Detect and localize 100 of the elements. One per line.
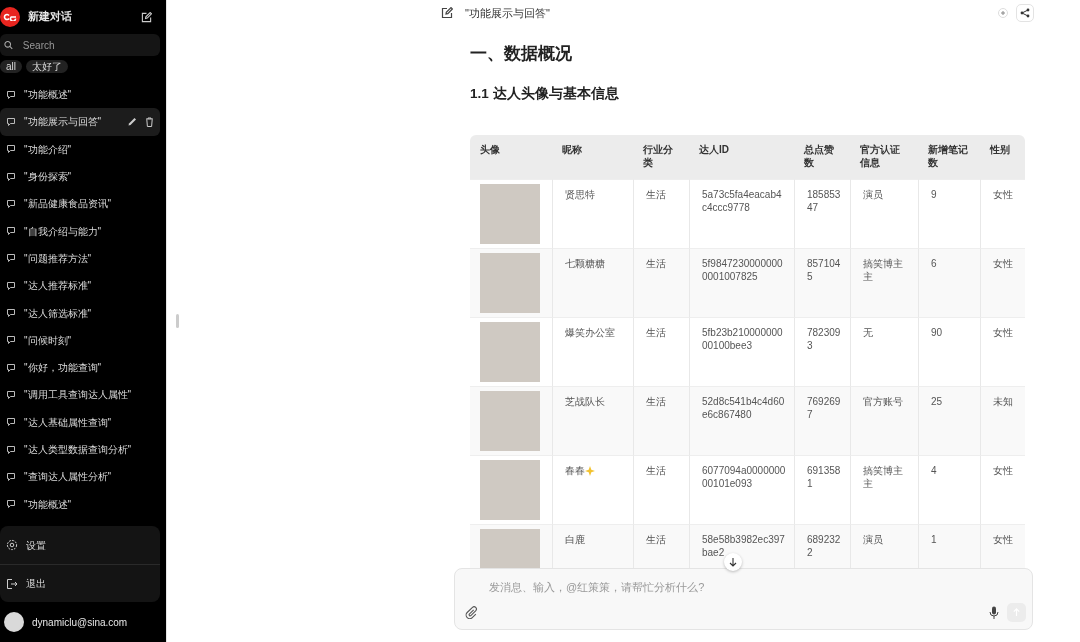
table-cell: 6892322 bbox=[807, 533, 841, 559]
table-cell: 9 bbox=[931, 188, 937, 200]
table-cell: 女性 bbox=[993, 326, 1013, 338]
share-icon bbox=[1020, 8, 1030, 18]
table-cell: 25 bbox=[931, 395, 943, 407]
conversation-item[interactable]: "功能概述" bbox=[0, 490, 160, 518]
search-input[interactable]: Search bbox=[20, 36, 156, 54]
search-icon bbox=[4, 40, 13, 50]
menu-item[interactable]: 设置 bbox=[0, 526, 160, 564]
conversation-item[interactable]: "自我介绍与能力" bbox=[0, 217, 160, 245]
conversation-item[interactable]: "功能概述" bbox=[0, 81, 160, 109]
table-cell: 未知 bbox=[993, 395, 1013, 407]
table-cell: 搞笑博主主 bbox=[863, 464, 903, 490]
table-cell: 52d8c541b4c4d60e6c867480 bbox=[702, 395, 785, 421]
avatar-placeholder bbox=[480, 459, 540, 520]
avatar-placeholder bbox=[480, 321, 540, 382]
table-cell: 6 bbox=[931, 257, 937, 269]
paperclip-icon[interactable] bbox=[465, 606, 478, 619]
chat-bubble-icon bbox=[6, 444, 16, 455]
avatar-placeholder bbox=[480, 252, 540, 313]
chat-bubble-icon bbox=[6, 171, 16, 182]
conversation-item[interactable]: "达人筛选标准" bbox=[0, 299, 160, 327]
conversation-item[interactable]: "你好，功能查询" bbox=[0, 353, 160, 382]
conversation-item[interactable]: "问题推荐方法" bbox=[0, 244, 160, 273]
column-header: 总点赞数 bbox=[794, 134, 850, 179]
table-cell: 4 bbox=[931, 464, 937, 476]
conversation-item[interactable]: "问候时刻" bbox=[0, 326, 160, 354]
share-button[interactable] bbox=[1016, 4, 1034, 22]
table-cell: 18585347 bbox=[807, 188, 841, 214]
user-email: dynamiclu@sina.com bbox=[32, 615, 128, 630]
chat-bubble-icon bbox=[6, 471, 16, 482]
table-cell: 官方账号 bbox=[863, 395, 903, 407]
table-cell: 爆笑办公室 bbox=[565, 326, 615, 338]
logout-icon bbox=[6, 577, 18, 590]
trash-icon[interactable] bbox=[145, 116, 154, 127]
chat-bubble-icon bbox=[6, 335, 16, 346]
microphone-icon[interactable] bbox=[989, 605, 999, 620]
section-heading: 一、数据概况 bbox=[470, 44, 573, 65]
chat-bubble-icon bbox=[6, 198, 16, 209]
column-header: 昵称 bbox=[552, 134, 633, 179]
table-cell: 芝战队长 bbox=[565, 395, 605, 407]
chat-bubble-icon bbox=[6, 253, 16, 264]
conversation-item[interactable]: "查询达人属性分析" bbox=[0, 463, 160, 491]
chat-bubble-icon bbox=[6, 226, 16, 237]
table-cell: 七颗糖糖 bbox=[565, 257, 605, 269]
conversation-item[interactable]: "新品健康食品资讯" bbox=[0, 190, 160, 218]
column-header: 行业分类 bbox=[633, 134, 689, 179]
table-cell: 生活 bbox=[646, 464, 666, 476]
message-composer[interactable]: 发消息、输入，@红策策，请帮忙分析什么? bbox=[454, 568, 1033, 630]
app-name: 新建对话 bbox=[28, 9, 72, 25]
table-cell: 生活 bbox=[646, 188, 666, 200]
conversation-item[interactable]: "身份探索" bbox=[0, 162, 160, 191]
table-cell: 演员 bbox=[863, 188, 883, 200]
table-cell: 5fb23b21000000000100bee3 bbox=[702, 326, 783, 352]
table-cell: 贤思特 bbox=[565, 188, 595, 200]
table-cell: 生活 bbox=[646, 533, 666, 545]
table-cell: 5f98472300000000001007825 bbox=[702, 257, 783, 283]
filter-tag[interactable]: 太好了 bbox=[26, 60, 68, 73]
conversation-item[interactable]: "调用工具查询达人属性" bbox=[0, 381, 160, 409]
table-cell: 90 bbox=[931, 326, 943, 338]
chat-bubble-icon bbox=[6, 144, 16, 155]
chat-bubble-icon bbox=[6, 116, 16, 127]
pencil-icon[interactable] bbox=[127, 116, 137, 127]
table-cell: 无 bbox=[863, 326, 873, 338]
chat-bubble-icon bbox=[6, 389, 16, 400]
column-header: 新增笔记数 bbox=[918, 134, 980, 179]
column-header: 官方认证信息 bbox=[850, 134, 918, 179]
table-cell: 生活 bbox=[646, 395, 666, 407]
table-cell: 58e58b3982ec397bae2 bbox=[702, 533, 785, 559]
conversation-item[interactable]: "达人基础属性查询" bbox=[0, 408, 160, 436]
conversation-item[interactable]: "达人类型数据查询分析" bbox=[0, 435, 160, 464]
table-cell: 8571045 bbox=[807, 257, 841, 283]
table-cell: 7823093 bbox=[807, 326, 841, 352]
filter-tag[interactable]: all bbox=[0, 60, 22, 73]
table-cell: 6077094a000000000101e093 bbox=[702, 464, 786, 490]
chat-bubble-icon bbox=[6, 280, 16, 291]
chat-bubble-icon bbox=[6, 362, 16, 373]
table-cell: 1 bbox=[931, 533, 937, 545]
avatar-placeholder bbox=[480, 390, 540, 451]
table-cell: 女性 bbox=[993, 464, 1013, 476]
conversation-item[interactable]: "功能展示与回答" bbox=[0, 108, 160, 136]
conversation-item[interactable]: "达人推荐标准" bbox=[0, 272, 160, 300]
conversation-item[interactable]: "功能介绍" bbox=[0, 135, 160, 163]
table-cell: 5a73c5fa4eacab4c4ccc9778 bbox=[702, 188, 782, 214]
edit-icon[interactable] bbox=[441, 7, 453, 19]
table-cell: 春春 bbox=[565, 464, 585, 476]
table-cell: 白鹿 bbox=[565, 533, 585, 545]
chat-bubble-icon bbox=[6, 89, 16, 100]
conversation-title: "功能展示与回答" bbox=[465, 5, 550, 21]
message-input[interactable]: 发消息、输入，@红策策，请帮忙分析什么? bbox=[487, 578, 1032, 597]
new-chat-icon[interactable] bbox=[141, 11, 152, 23]
search-field[interactable]: Search bbox=[0, 34, 160, 56]
chat-bubble-icon bbox=[6, 308, 16, 318]
column-header: 头像 bbox=[470, 134, 552, 179]
subsection-heading: 1.1 达人头像与基本信息 bbox=[470, 86, 620, 103]
table-cell: 生活 bbox=[646, 257, 666, 269]
table-cell: 搞笑博主主 bbox=[863, 257, 903, 283]
resize-handle[interactable] bbox=[175, 314, 179, 328]
table-cell: 女性 bbox=[993, 257, 1013, 269]
menu-item[interactable]: 退出 bbox=[0, 564, 160, 602]
